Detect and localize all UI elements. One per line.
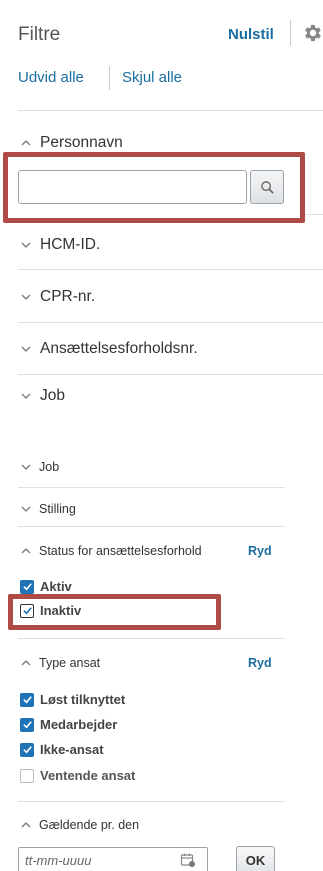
section-label: Type ansat (39, 656, 101, 670)
divider (18, 801, 285, 802)
section-label: CPR-nr. (40, 288, 96, 305)
divider (18, 526, 285, 527)
chevron-down-icon (20, 291, 32, 303)
section-label: Status for ansættelsesforhold (39, 544, 202, 558)
header-divider (290, 20, 291, 46)
divider (18, 322, 323, 323)
section-label: Job (39, 460, 60, 474)
section-label: HCM-ID. (40, 236, 101, 253)
chevron-up-icon (20, 819, 32, 831)
section-label: Ansættelsesforholdsnr. (40, 340, 198, 357)
toolbar-divider (109, 66, 110, 90)
chevron-up-icon (20, 657, 32, 669)
expand-all-link[interactable]: Udvid alle (18, 69, 84, 86)
divider (18, 110, 323, 111)
chevron-down-icon (20, 343, 32, 355)
chevron-up-icon (20, 545, 32, 557)
section-label: Personnavn (40, 134, 123, 151)
chevron-up-icon (20, 137, 32, 149)
section-job[interactable]: Job (20, 460, 59, 474)
chevron-down-icon (20, 461, 32, 473)
section-employment-number[interactable]: Ansættelsesforholdsnr. (20, 340, 198, 358)
section-cpr[interactable]: CPR-nr. (20, 288, 95, 306)
section-position[interactable]: Stilling (20, 502, 76, 516)
checkbox-label: Ventende ansat (40, 768, 136, 783)
divider (18, 269, 323, 270)
calendar-icon[interactable] (180, 852, 196, 868)
collapse-all-link[interactable]: Skjul alle (122, 69, 182, 86)
section-effective-date[interactable]: Gældende pr. den (20, 818, 139, 832)
highlight-box-search (3, 152, 305, 223)
clear-employment-status-link[interactable]: Ryd (248, 544, 272, 558)
highlight-box-inactive (8, 594, 221, 630)
section-label: Job (40, 387, 65, 404)
checkbox-checked-icon (20, 742, 34, 757)
divider (18, 374, 323, 375)
clear-employee-type-link[interactable]: Ryd (248, 656, 272, 670)
chevron-down-icon (20, 503, 32, 515)
ok-button[interactable]: OK (236, 846, 275, 871)
reset-button[interactable]: Nulstil (228, 26, 274, 43)
checkbox-pending-worker[interactable]: Ventende ansat (20, 768, 135, 783)
panel-title: Filtre (18, 24, 61, 45)
section-label: Stilling (39, 502, 76, 516)
chevron-down-icon (20, 390, 32, 402)
checkbox-unchecked-icon (20, 768, 34, 783)
checkbox-label: Løst tilknyttet (40, 692, 126, 707)
checkbox-non-employee[interactable]: Ikke-ansat (20, 742, 104, 757)
divider (18, 638, 285, 639)
checkbox-label: Ikke-ansat (40, 742, 104, 757)
section-label: Gældende pr. den (39, 818, 140, 832)
gear-icon[interactable] (302, 22, 323, 44)
divider (18, 487, 285, 488)
chevron-down-icon (20, 239, 32, 251)
checkbox-checked-icon (20, 692, 34, 707)
checkbox-label: Aktiv (40, 579, 72, 594)
checkbox-label: Medarbejder (40, 717, 118, 732)
checkbox-loosely-affiliated[interactable]: Løst tilknyttet (20, 692, 125, 707)
checkbox-active[interactable]: Aktiv (20, 579, 72, 594)
section-job-large[interactable]: Job (20, 387, 65, 405)
divider (305, 214, 323, 215)
section-employee-type[interactable]: Type ansat (20, 656, 100, 670)
checkbox-employee[interactable]: Medarbejder (20, 717, 117, 732)
section-person-name[interactable]: Personnavn (20, 134, 123, 152)
checkbox-checked-icon (20, 579, 34, 594)
checkbox-checked-icon (20, 717, 34, 732)
section-employment-status[interactable]: Status for ansættelsesforhold (20, 544, 202, 558)
section-hcm-id[interactable]: HCM-ID. (20, 236, 100, 254)
